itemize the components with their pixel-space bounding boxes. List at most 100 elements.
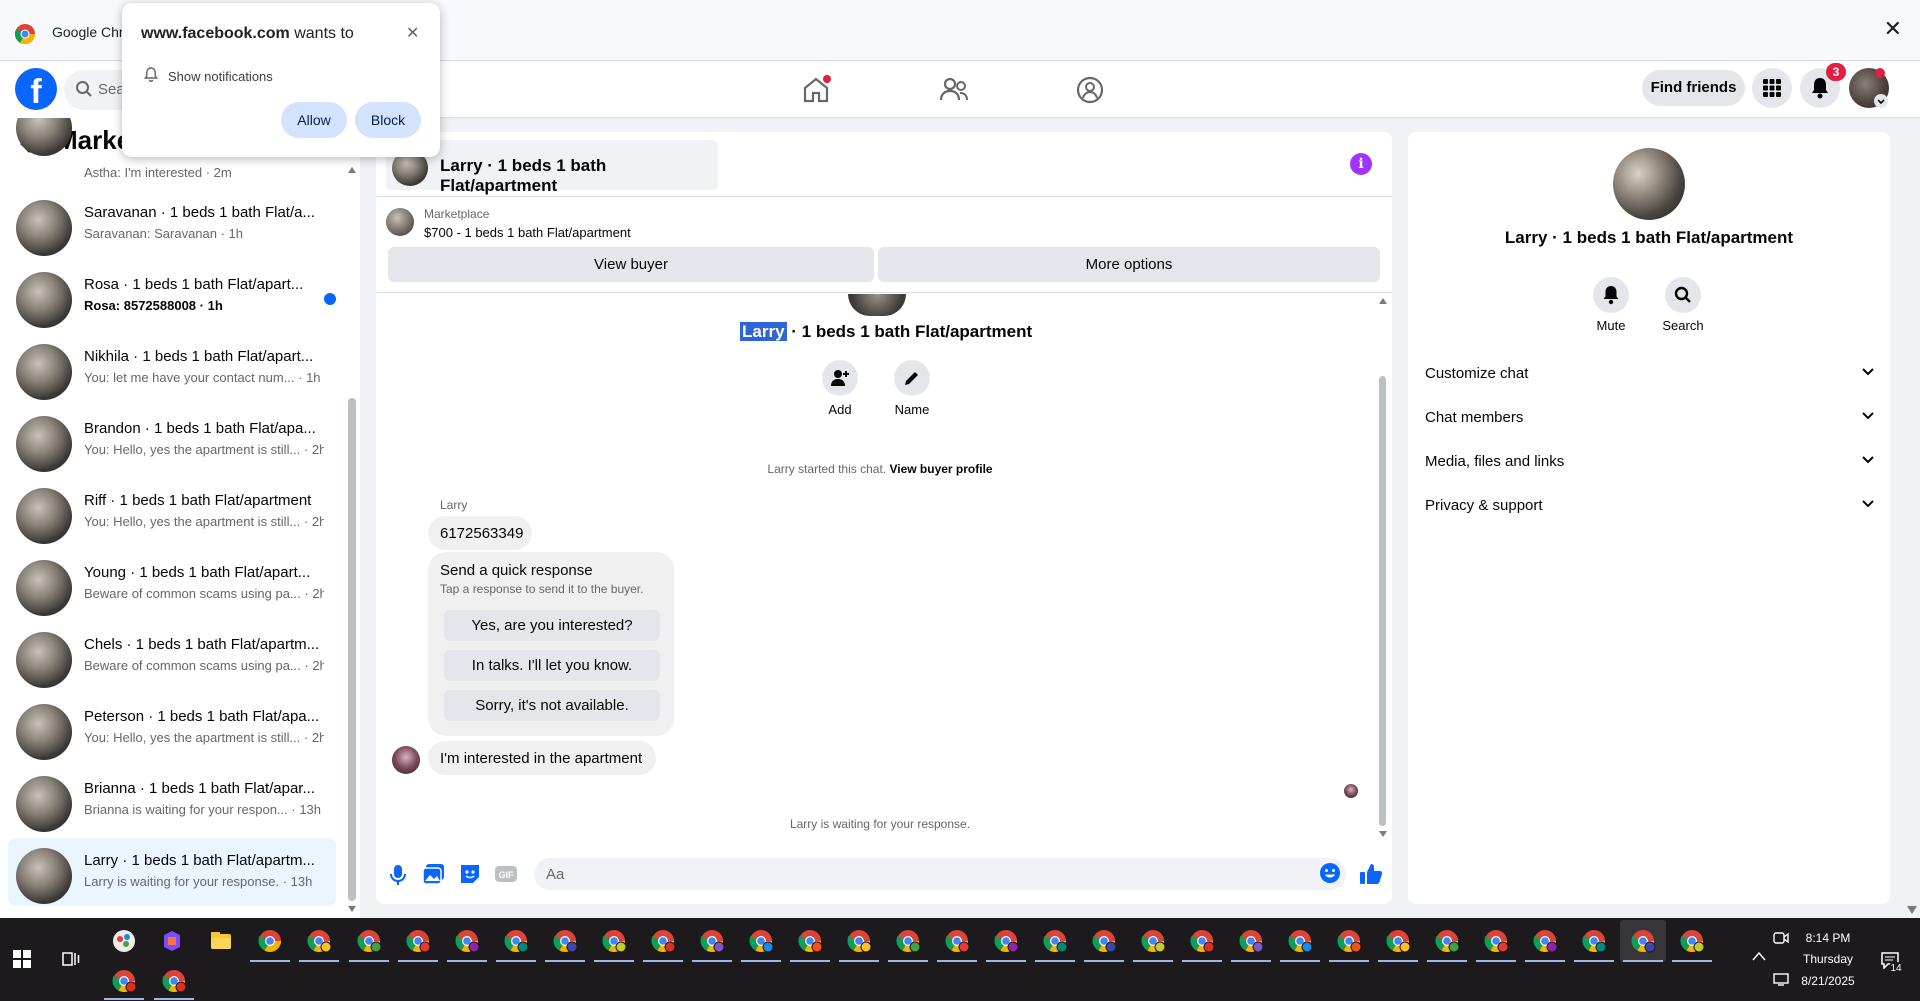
sticker-icon[interactable] (457, 861, 483, 887)
chrome-window-icon[interactable] (355, 927, 383, 955)
conversation-name: Chels · 1 beds 1 bath Flat/apartm... (84, 636, 320, 653)
scroll-up-arrow-icon[interactable] (348, 167, 356, 173)
chrome-window-icon[interactable] (1188, 927, 1216, 955)
chat-members-section[interactable]: Chat members (1425, 409, 1875, 439)
chrome-window-icon[interactable] (1678, 927, 1706, 955)
more-options-button[interactable]: More options (878, 247, 1380, 282)
view-buyer-button[interactable]: View buyer (388, 247, 874, 282)
chrome-window-icon[interactable] (305, 927, 333, 955)
page-scroll-down-icon[interactable] (1907, 906, 1917, 914)
chrome-window-icon[interactable] (747, 927, 775, 955)
edit-name-button[interactable] (894, 360, 930, 396)
chrome-window-icon[interactable] (1139, 927, 1167, 955)
block-button[interactable]: Block (355, 102, 421, 138)
privacy-support-section[interactable]: Privacy & support (1425, 497, 1875, 527)
chrome-window-icon[interactable] (1482, 927, 1510, 955)
meet-now-icon[interactable] (1773, 931, 1789, 945)
home-icon[interactable] (800, 74, 832, 106)
groups-icon[interactable] (1074, 74, 1106, 106)
chat-scroll-up-icon[interactable] (1379, 298, 1387, 304)
chrome-window-icon[interactable] (1286, 927, 1314, 955)
taskbar-date[interactable]: 8/21/2025 (1788, 974, 1868, 988)
conversation-item[interactable]: Chels · 1 beds 1 bath Flat/apartm... Bewa… (8, 622, 336, 690)
conversation-item[interactable]: Riff · 1 beds 1 bath Flat/apartment You: … (8, 478, 336, 546)
chat-scroll-down-icon[interactable] (1379, 831, 1387, 837)
conversation-item[interactable]: Peterson · 1 beds 1 bath Flat/apa... You:… (8, 694, 336, 762)
friends-icon[interactable] (938, 74, 970, 106)
quick-reply-button[interactable]: Yes, are you interested? (444, 610, 660, 641)
chrome-window-icon[interactable] (453, 927, 481, 955)
quick-reply-button[interactable]: In talks. I'll let you know. (444, 650, 660, 681)
conversation-item[interactable]: Brandon · 1 beds 1 bath Flat/apa... You: … (8, 406, 336, 474)
chrome-window-icon[interactable] (600, 927, 628, 955)
taskbar-time[interactable]: 8:14 PM (1788, 931, 1868, 945)
customize-chat-section[interactable]: Customize chat (1425, 365, 1875, 395)
thumbs-up-icon[interactable] (1358, 861, 1384, 887)
chrome-window-icon[interactable] (1237, 927, 1265, 955)
copilot-icon[interactable] (158, 927, 186, 955)
chevron-up-icon[interactable] (1752, 951, 1766, 961)
chrome-window-icon[interactable] (1433, 927, 1461, 955)
sidebar-scrollbar[interactable] (348, 398, 356, 901)
gif-icon[interactable]: GIF (493, 861, 519, 887)
quick-reply-button[interactable]: Sorry, it's not available. (444, 690, 660, 721)
conversation-item[interactable]: Rosa · 1 beds 1 bath Flat/apart... Rosa: … (8, 262, 336, 330)
chrome-window-icon[interactable] (256, 927, 284, 955)
account-chevron-icon[interactable] (1874, 94, 1888, 108)
microphone-icon[interactable] (385, 861, 411, 887)
listing-title[interactable]: $700 - 1 beds 1 bath Flat/apartment (424, 225, 631, 240)
photo-icon[interactable] (421, 861, 447, 887)
add-people-button[interactable] (822, 360, 858, 396)
sender-avatar[interactable] (392, 746, 420, 774)
chrome-window-icon[interactable] (992, 927, 1020, 955)
paint-app-icon[interactable] (110, 927, 138, 955)
find-friends-button[interactable]: Find friends (1642, 70, 1745, 106)
chrome-window-icon[interactable] (502, 927, 530, 955)
message-bubble-phone[interactable]: 6172563349 (428, 516, 532, 550)
chrome-window-icon[interactable] (1384, 927, 1412, 955)
conversation-item[interactable]: Young · 1 beds 1 bath Flat/apart... Bewar… (8, 550, 336, 618)
conversation-item[interactable]: Saravanan · 1 beds 1 bath Flat/a... Sarav… (8, 190, 336, 258)
file-explorer-icon[interactable] (207, 927, 235, 955)
chrome-window-icon[interactable] (1090, 927, 1118, 955)
chrome-window-icon[interactable] (404, 927, 432, 955)
network-icon[interactable] (1773, 972, 1789, 986)
windows-start-icon[interactable] (13, 950, 31, 968)
facebook-logo[interactable]: f (15, 68, 57, 110)
conversation-item[interactable]: Nikhila · 1 beds 1 bath Flat/apart... You… (8, 334, 336, 402)
chrome-window-icon[interactable] (845, 927, 873, 955)
media-files-links-section[interactable]: Media, files and links (1425, 453, 1875, 483)
emoji-icon[interactable] (1319, 862, 1341, 884)
chrome-window-icon[interactable] (649, 927, 677, 955)
chrome-window-icon[interactable] (551, 927, 579, 955)
conversation-item[interactable]: Larry · 1 beds 1 bath Flat/apartm... Larr… (8, 838, 336, 906)
chrome-window-icon[interactable] (1580, 927, 1608, 955)
scroll-down-arrow-icon[interactable] (348, 906, 356, 912)
chrome-window-icon[interactable] (160, 967, 188, 995)
chrome-window-icon[interactable] (1531, 927, 1559, 955)
menu-button[interactable] (1752, 68, 1792, 108)
window-close-button[interactable]: ✕ (1884, 18, 1902, 40)
search-chat-button[interactable] (1665, 277, 1701, 313)
conversation-item[interactable]: Brianna · 1 beds 1 bath Flat/apar... Bria… (8, 766, 336, 834)
chrome-window-icon[interactable] (943, 927, 971, 955)
chrome-window-icon[interactable] (894, 927, 922, 955)
chrome-window-icon[interactable] (1335, 927, 1363, 955)
view-buyer-profile-link[interactable]: View buyer profile (889, 462, 992, 476)
chrome-window-icon[interactable] (698, 927, 726, 955)
allow-button[interactable]: Allow (281, 102, 347, 138)
info-icon[interactable]: i (1350, 153, 1372, 175)
message-bubble-interested[interactable]: I'm interested in the apartment (428, 741, 656, 775)
chrome-window-icon[interactable] (110, 967, 138, 995)
chat-scrollbar[interactable] (1379, 376, 1386, 826)
details-avatar[interactable] (1613, 148, 1685, 220)
popup-close-button[interactable]: ✕ (406, 23, 419, 43)
chrome-window-icon[interactable] (796, 927, 824, 955)
chrome-window-icon[interactable] (1041, 927, 1069, 955)
taskbar-day[interactable]: Thursday (1788, 952, 1868, 966)
listing-thumbnail[interactable] (386, 208, 414, 236)
chrome-window-icon[interactable] (1629, 927, 1657, 955)
mute-button[interactable] (1593, 277, 1629, 313)
message-input[interactable]: Aa (534, 858, 1346, 890)
task-view-icon[interactable] (62, 950, 80, 968)
